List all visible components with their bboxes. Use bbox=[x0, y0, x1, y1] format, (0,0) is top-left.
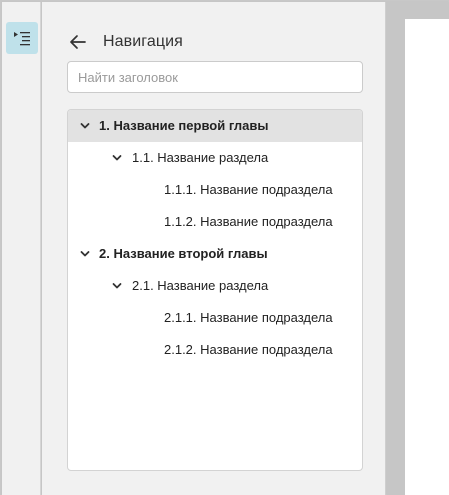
navigation-panel: Навигация 1. Название первой главы 1.1. Н… bbox=[42, 2, 386, 495]
panel-title: Навигация bbox=[103, 33, 183, 50]
tree-item-label: 2. Название второй главы bbox=[99, 246, 268, 261]
app-frame: Навигация 1. Название первой главы 1.1. Н… bbox=[0, 0, 449, 495]
search-input[interactable] bbox=[67, 61, 363, 93]
tree-item-level-3[interactable]: 2.1.1. Название подраздела bbox=[68, 302, 362, 334]
document-area bbox=[387, 2, 449, 495]
tree-item-label: 1. Название первой главы bbox=[99, 118, 269, 133]
chevron-down-icon[interactable] bbox=[111, 152, 123, 164]
tree-item-level-2[interactable]: 2.1. Название раздела bbox=[68, 270, 362, 302]
document-page[interactable] bbox=[405, 19, 449, 495]
tree-item-label: 2.1.1. Название подраздела bbox=[164, 310, 333, 325]
tree-item-level-3[interactable]: 2.1.2. Название подраздела bbox=[68, 334, 362, 366]
panel-header: Навигация bbox=[66, 28, 183, 56]
heading-tree: 1. Название первой главы 1.1. Название ра… bbox=[67, 109, 363, 471]
tree-item-level-2[interactable]: 1.1. Название раздела bbox=[68, 142, 362, 174]
tree-item-level-3[interactable]: 1.1.2. Название подраздела bbox=[68, 206, 362, 238]
left-toolbar bbox=[2, 2, 41, 495]
tree-item-label: 1.1. Название раздела bbox=[132, 150, 269, 165]
navigation-list-icon bbox=[14, 32, 30, 46]
tree-item-label: 1.1.2. Название подраздела bbox=[164, 214, 333, 229]
tree-item-level-3[interactable]: 1.1.1. Название подраздела bbox=[68, 174, 362, 206]
tree-item-label: 2.1. Название раздела bbox=[132, 278, 269, 293]
navigation-toggle-button[interactable] bbox=[6, 22, 38, 54]
chevron-down-icon[interactable] bbox=[111, 280, 123, 292]
chevron-down-icon[interactable] bbox=[79, 120, 91, 132]
chevron-down-icon[interactable] bbox=[79, 248, 91, 260]
arrow-left-icon bbox=[70, 35, 86, 49]
tree-item-label: 1.1.1. Название подраздела bbox=[164, 182, 333, 197]
tree-item-level-1[interactable]: 2. Название второй главы bbox=[68, 238, 362, 270]
tree-item-level-1[interactable]: 1. Название первой главы bbox=[68, 110, 362, 142]
back-button[interactable] bbox=[66, 30, 90, 54]
tree-item-label: 2.1.2. Название подраздела bbox=[164, 342, 333, 357]
